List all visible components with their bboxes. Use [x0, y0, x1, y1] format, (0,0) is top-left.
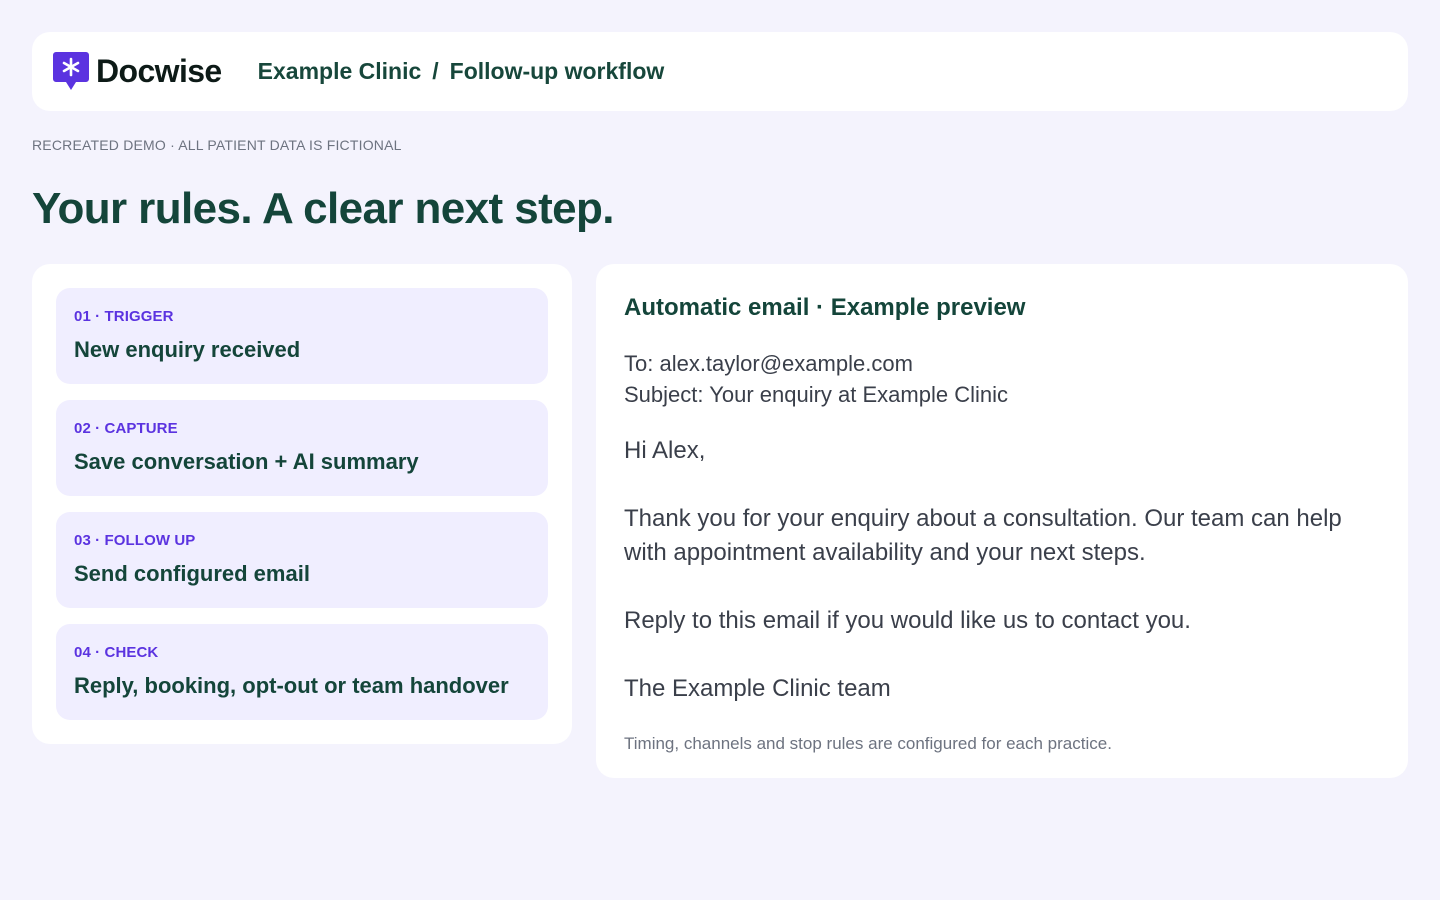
- email-preview-card: Automatic email · Example preview To: al…: [596, 264, 1408, 778]
- email-subject: Subject: Your enquiry at Example Clinic: [624, 382, 1008, 407]
- chat-asterisk-icon: [53, 51, 89, 90]
- email-signoff: The Example Clinic team: [624, 675, 891, 702]
- step-title: Send configured email: [74, 561, 310, 586]
- breadcrumb-separator: /: [432, 58, 439, 84]
- email-meta: To: alex.taylor@example.com Subject: You…: [624, 348, 1380, 410]
- email-body: Hi Alex, Thank you for your enquiry abou…: [624, 434, 1380, 706]
- email-paragraph: Reply to this email if you would like us…: [624, 607, 1191, 634]
- email-preview-heading: Automatic email · Example preview: [624, 294, 1026, 321]
- workflow-steps-card: 01 · TRIGGER New enquiry received 02 · C…: [32, 264, 572, 744]
- email-greeting: Hi Alex,: [624, 437, 706, 464]
- breadcrumb: Example Clinic / Follow-up workflow: [258, 58, 665, 85]
- brand-name: Docwise: [96, 53, 222, 89]
- workflow-step-capture: 02 · CAPTURE Save conversation + AI summ…: [56, 400, 548, 496]
- step-title: Reply, booking, opt-out or team handover: [74, 673, 509, 698]
- demo-disclaimer: RECREATED DEMO · ALL PATIENT DATA IS FIC…: [32, 137, 402, 153]
- step-tag: 01 · TRIGGER: [74, 308, 174, 325]
- breadcrumb-clinic[interactable]: Example Clinic: [258, 58, 422, 85]
- breadcrumb-page: Follow-up workflow: [449, 58, 665, 84]
- page-title: Your rules. A clear next step.: [32, 184, 615, 233]
- workflow-step-trigger: 01 · TRIGGER New enquiry received: [56, 288, 548, 384]
- workflow-step-follow-up: 03 · FOLLOW UP Send configured email: [56, 512, 548, 608]
- step-tag: 04 · CHECK: [74, 644, 159, 661]
- email-footnote: Timing, channels and stop rules are conf…: [624, 734, 1112, 753]
- workflow-step-check: 04 · CHECK Reply, booking, opt-out or te…: [56, 624, 548, 720]
- email-paragraph: Thank you for your enquiry about a consu…: [624, 505, 1342, 566]
- logo[interactable]: Docwise: [53, 51, 222, 92]
- email-recipient: To: alex.taylor@example.com: [624, 351, 913, 376]
- step-title: Save conversation + AI summary: [74, 449, 419, 474]
- step-tag: 03 · FOLLOW UP: [74, 532, 196, 549]
- step-title: New enquiry received: [74, 337, 301, 362]
- top-bar: Docwise Example Clinic / Follow-up workf…: [32, 32, 1408, 111]
- step-tag: 02 · CAPTURE: [74, 420, 178, 437]
